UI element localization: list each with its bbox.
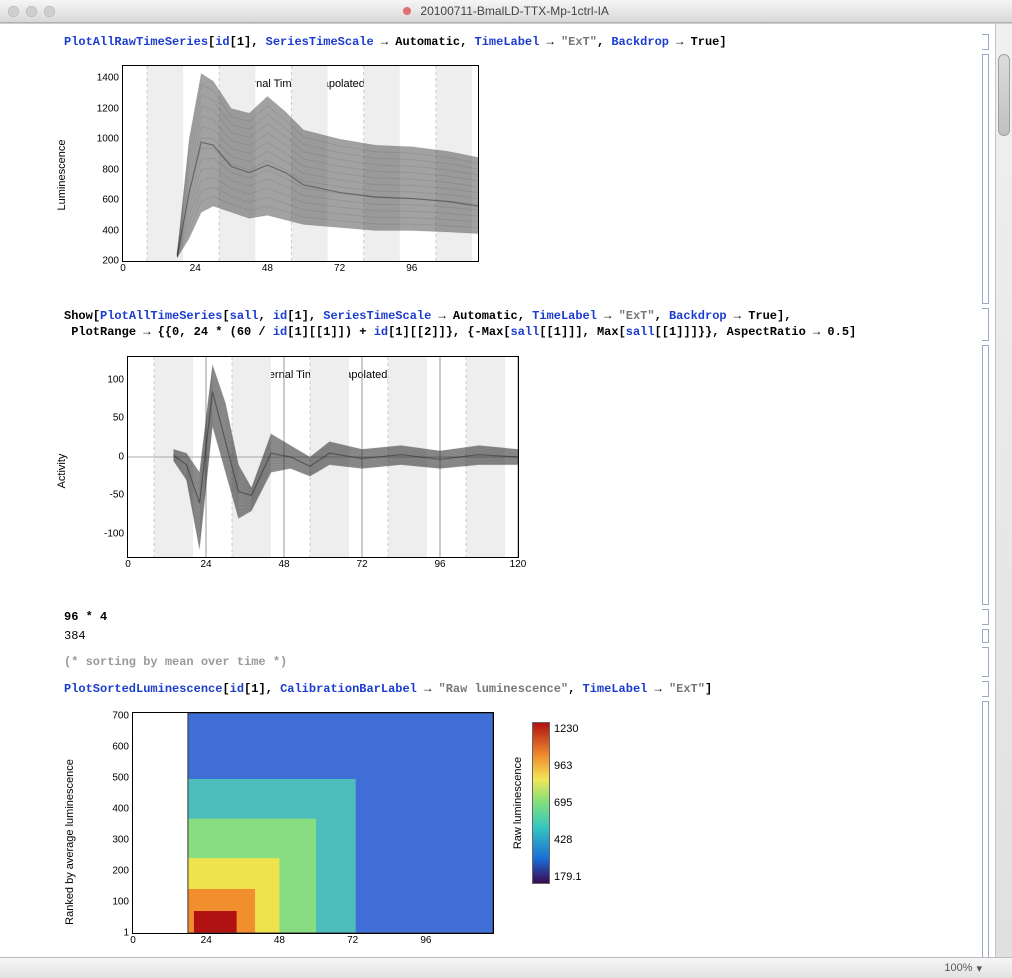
legend-title: Raw luminescence — [512, 757, 524, 849]
y-axis-label: Ranked by average luminescence — [64, 759, 76, 925]
zoom-level[interactable]: 100% — [944, 962, 972, 974]
luminescence-plot: Luminescence 024487296200400600800100012… — [72, 60, 492, 290]
window-title-text: 20100711-BmalLD-TTX-Mp-1ctrl-IA — [420, 4, 609, 18]
input-cell[interactable]: 96 * 4 — [0, 607, 995, 627]
window-body: PlotAllRawTimeSeries[id[1], SeriesTimeSc… — [0, 23, 1012, 957]
app-window: 20100711-BmalLD-TTX-Mp-1ctrl-IA PlotAllR… — [0, 0, 1012, 978]
cell-bracket[interactable] — [975, 308, 989, 340]
input-cell[interactable]: PlotSortedLuminescence[id[1], Calibratio… — [0, 679, 995, 699]
plot-canvas — [123, 66, 478, 261]
comment-line[interactable]: (* sorting by mean over time *) — [64, 655, 967, 669]
y-axis-label: Activity — [56, 453, 68, 488]
plot-canvas — [128, 357, 518, 557]
titlebar[interactable]: 20100711-BmalLD-TTX-Mp-1ctrl-IA — [0, 0, 1012, 23]
plot-frame: 0244872961100200300400500600700 — [132, 712, 494, 934]
output-cell: Activity 024487296120-100-50050100 Exter… — [0, 343, 995, 607]
cell-bracket[interactable] — [975, 681, 989, 697]
input-cell[interactable]: (* sorting by mean over time *) — [0, 645, 995, 679]
status-bar: 100% ▾ — [0, 957, 1012, 978]
output-value: 384 — [64, 629, 967, 643]
code-line[interactable]: 96 * 4 — [64, 609, 967, 625]
input-cell[interactable]: PlotAllRawTimeSeries[id[1], SeriesTimeSc… — [0, 32, 995, 52]
close-icon[interactable] — [8, 6, 19, 17]
code-line[interactable]: PlotSortedLuminescence[id[1], Calibratio… — [64, 681, 967, 697]
output-cell: Luminescence 024487296200400600800100012… — [0, 52, 995, 306]
window-title: 20100711-BmalLD-TTX-Mp-1ctrl-IA — [0, 4, 1012, 18]
modified-dot-icon — [403, 7, 411, 15]
plot-frame: 024487296200400600800100012001400 — [122, 65, 479, 262]
traffic-lights — [0, 6, 55, 17]
y-axis-label: Luminescence — [56, 140, 68, 211]
legend-ticks: 1230963695428179.1 — [554, 723, 582, 883]
output-cell: Ranked by average luminescence 024487296… — [0, 699, 995, 957]
input-cell[interactable]: Show[PlotAllTimeSeries[sall, id[1], Seri… — [0, 306, 995, 342]
color-legend: Raw luminescence 1230963695428179.1 — [532, 722, 582, 884]
cell-bracket[interactable] — [975, 34, 989, 50]
zoom-icon[interactable] — [44, 6, 55, 17]
cell-bracket[interactable] — [975, 345, 989, 605]
plot-frame: 024487296120-100-50050100 — [127, 356, 519, 558]
activity-plot: Activity 024487296120-100-50050100 Exter… — [72, 351, 532, 591]
legend-bar — [532, 722, 550, 884]
scroll-thumb[interactable] — [998, 54, 1010, 136]
cell-bracket[interactable] — [975, 701, 989, 957]
cell-bracket[interactable] — [975, 54, 989, 304]
heatmap-plot: Ranked by average luminescence 024487296… — [72, 707, 632, 957]
cell-bracket[interactable] — [975, 647, 989, 677]
output-cell: 384 — [0, 627, 995, 645]
minimize-icon[interactable] — [26, 6, 37, 17]
notebook-content[interactable]: PlotAllRawTimeSeries[id[1], SeriesTimeSc… — [0, 24, 995, 957]
cell-bracket[interactable] — [975, 629, 989, 643]
dropdown-arrow-icon[interactable]: ▾ — [976, 962, 982, 975]
cell-bracket[interactable] — [975, 609, 989, 625]
code-line[interactable]: Show[PlotAllTimeSeries[sall, id[1], Seri… — [64, 308, 967, 340]
heatmap-canvas — [133, 713, 493, 933]
scrollbar[interactable] — [995, 24, 1012, 957]
code-line[interactable]: PlotAllRawTimeSeries[id[1], SeriesTimeSc… — [64, 34, 967, 50]
